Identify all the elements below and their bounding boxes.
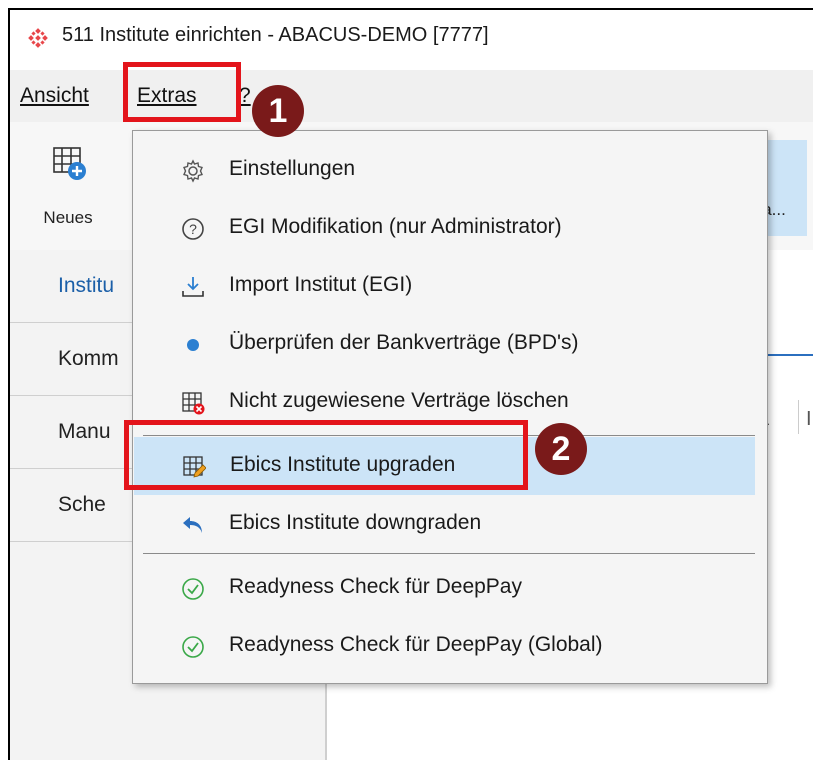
menu-item-label: Readyness Check für DeepPay	[229, 575, 522, 598]
annotation-badge-2: 2	[535, 423, 587, 475]
menu-ansicht[interactable]: Ansicht	[20, 84, 89, 108]
window-title: 511 Institute einrichten - ABACUS-DEMO […	[62, 24, 489, 46]
menu-item-egi-modifikation[interactable]: ? EGI Modifikation (nur Administrator)	[133, 199, 767, 257]
check-circle-icon	[182, 578, 204, 600]
download-tray-icon	[182, 277, 204, 297]
extras-dropdown-menu: Einstellungen ? EGI Modifikation (nur Ad…	[132, 130, 768, 684]
check-circle-icon	[182, 636, 204, 658]
undo-arrow-icon	[183, 517, 202, 533]
app-window: 511 Institute einrichten - ABACUS-DEMO […	[8, 8, 813, 760]
sidebar-item-label: Komm	[58, 347, 119, 370]
menu-item-label: Nicht zugewiesene Verträge löschen	[229, 389, 569, 412]
menu-item-label: Import Institut (EGI)	[229, 273, 413, 296]
gear-icon	[183, 159, 203, 183]
menu-item-label: EGI Modifikation (nur Administrator)	[229, 215, 562, 238]
menu-item-readyness-check-global[interactable]: Readyness Check für DeepPay (Global)	[133, 617, 767, 675]
column-separator	[798, 400, 799, 434]
sidebar-item-label: Sche	[58, 493, 106, 516]
annotation-box-extras	[123, 62, 241, 122]
menu-item-ebics-downgraden[interactable]: Ebics Institute downgraden	[133, 495, 767, 553]
svg-text:?: ?	[189, 221, 197, 237]
question-circle-icon: ?	[182, 218, 204, 240]
sidebar-item-label: Institu	[58, 274, 115, 297]
sidebar-item-label: Manu	[58, 420, 111, 443]
menu-item-label: Überprüfen der Bankverträge (BPD's)	[229, 331, 579, 354]
menu-item-import-institut[interactable]: Import Institut (EGI)	[133, 257, 767, 315]
menu-item-label: Readyness Check für DeepPay (Global)	[229, 633, 603, 656]
menu-item-einstellungen[interactable]: Einstellungen	[133, 141, 767, 199]
new-grid-icon	[53, 147, 86, 180]
menu-item-ueberpruefen-bankvertraege[interactable]: Überprüfen der Bankverträge (BPD's)	[133, 315, 767, 373]
menu-item-label: Einstellungen	[229, 157, 356, 180]
annotation-badge-1: 1	[252, 85, 304, 137]
column-header[interactable]: I	[806, 408, 812, 431]
annotation-box-upgrade	[124, 420, 528, 490]
grid-delete-icon	[182, 392, 205, 415]
new-button[interactable]: Neues	[28, 140, 108, 240]
menu-item-label: Ebics Institute downgraden	[229, 511, 482, 534]
new-button-label: Neues	[43, 208, 93, 227]
blue-dot-icon	[187, 339, 199, 351]
title-bar: 511 Institute einrichten - ABACUS-DEMO […	[10, 10, 813, 70]
abacus-logo-icon	[28, 28, 48, 48]
menu-item-readyness-check[interactable]: Readyness Check für DeepPay	[133, 559, 767, 617]
menu-separator	[143, 553, 755, 554]
